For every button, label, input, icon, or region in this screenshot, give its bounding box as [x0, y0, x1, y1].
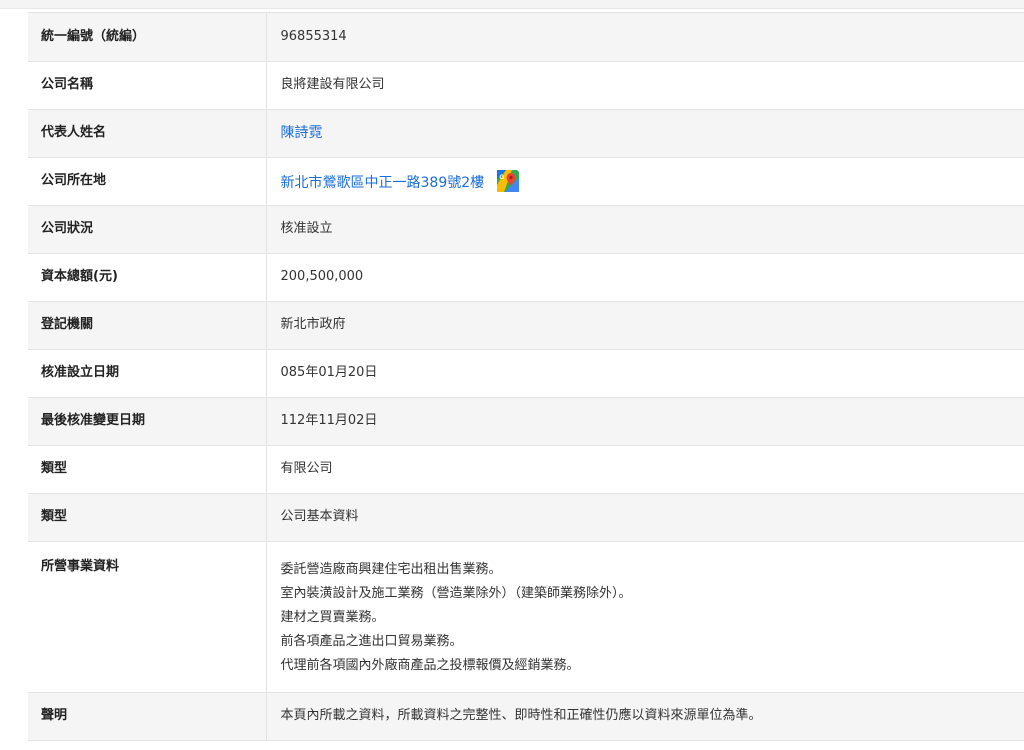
- uid-label: 統一編號（統編）: [28, 13, 267, 61]
- last-change-date-value: 112年11月02日: [266, 397, 1024, 445]
- business-items-cell: 委託營造廠商興建住宅出租出售業務。 室內裝潢設計及施工業務（營造業除外）（建築師…: [266, 541, 1024, 692]
- row-company-name: 公司名稱 良將建設有限公司: [28, 61, 1024, 109]
- business-item: 委託營造廠商興建住宅出租出售業務。: [280, 561, 502, 577]
- row-representative: 代表人姓名 陳詩霓: [28, 109, 1024, 157]
- uid-value: 96855314: [266, 13, 1024, 61]
- representative-link[interactable]: 陳詩霓: [281, 125, 323, 141]
- row-registrar: 登記機關 新北市政府: [28, 301, 1024, 349]
- type-2-value: 公司基本資料: [266, 493, 1024, 541]
- row-type-2: 類型 公司基本資料: [28, 493, 1024, 541]
- row-last-change-date: 最後核准變更日期 112年11月02日: [28, 397, 1024, 445]
- company-info-table: 統一編號（統編） 96855314 公司名稱 良將建設有限公司 代表人姓名 陳詩…: [28, 13, 1024, 741]
- registrar-label: 登記機關: [28, 301, 267, 349]
- row-address: 公司所在地 新北市鶯歌區中正一路389號2樓 G: [28, 157, 1024, 205]
- company-name-label: 公司名稱: [28, 61, 267, 109]
- row-statement: 聲明 本頁內所載之資料，所載資料之完整性、即時性和正確性仍應以資料來源單位為準。: [28, 692, 1024, 740]
- address-cell: 新北市鶯歌區中正一路389號2樓 G: [266, 157, 1024, 205]
- last-change-date-label: 最後核准變更日期: [28, 397, 267, 445]
- business-item: 室內裝潢設計及施工業務（營造業除外）（建築師業務除外）。: [280, 585, 632, 601]
- registrar-value: 新北市政府: [266, 301, 1024, 349]
- statement-value: 本頁內所載之資料，所載資料之完整性、即時性和正確性仍應以資料來源單位為準。: [266, 692, 1024, 740]
- business-item: 建材之買賣業務。: [280, 609, 385, 625]
- row-uid: 統一編號（統編） 96855314: [28, 13, 1024, 61]
- row-approved-date: 核准設立日期 085年01月20日: [28, 349, 1024, 397]
- row-type-1: 類型 有限公司: [28, 445, 1024, 493]
- approved-date-label: 核准設立日期: [28, 349, 267, 397]
- google-maps-icon[interactable]: G: [496, 169, 520, 193]
- address-label: 公司所在地: [28, 157, 267, 205]
- business-item: 前各項產品之進出口貿易業務。: [280, 633, 463, 649]
- business-item: 代理前各項國內外廠商產品之投標報價及經銷業務。: [280, 657, 580, 673]
- type-1-value: 有限公司: [266, 445, 1024, 493]
- row-business-items: 所營事業資料 委託營造廠商興建住宅出租出售業務。 室內裝潢設計及施工業務（營造業…: [28, 541, 1024, 692]
- company-name-value: 良將建設有限公司: [266, 61, 1024, 109]
- business-items-list: 委託營造廠商興建住宅出租出售業務。 室內裝潢設計及施工業務（營造業除外）（建築師…: [281, 542, 1024, 692]
- business-items-label: 所營事業資料: [28, 541, 267, 692]
- status-label: 公司狀況: [28, 205, 267, 253]
- top-bar: [0, 0, 1024, 9]
- row-capital: 資本總額(元) 200,500,000: [28, 253, 1024, 301]
- statement-label: 聲明: [28, 692, 267, 740]
- capital-value: 200,500,000: [266, 253, 1024, 301]
- row-status: 公司狀況 核准設立: [28, 205, 1024, 253]
- type-1-label: 類型: [28, 445, 267, 493]
- address-link[interactable]: 新北市鶯歌區中正一路389號2樓: [281, 175, 485, 191]
- representative-label: 代表人姓名: [28, 109, 267, 157]
- status-value: 核准設立: [266, 205, 1024, 253]
- capital-label: 資本總額(元): [28, 253, 267, 301]
- svg-text:G: G: [500, 175, 505, 181]
- company-info-table-wrapper: 統一編號（統編） 96855314 公司名稱 良將建設有限公司 代表人姓名 陳詩…: [28, 12, 1024, 741]
- representative-cell: 陳詩霓: [266, 109, 1024, 157]
- approved-date-value: 085年01月20日: [266, 349, 1024, 397]
- type-2-label: 類型: [28, 493, 267, 541]
